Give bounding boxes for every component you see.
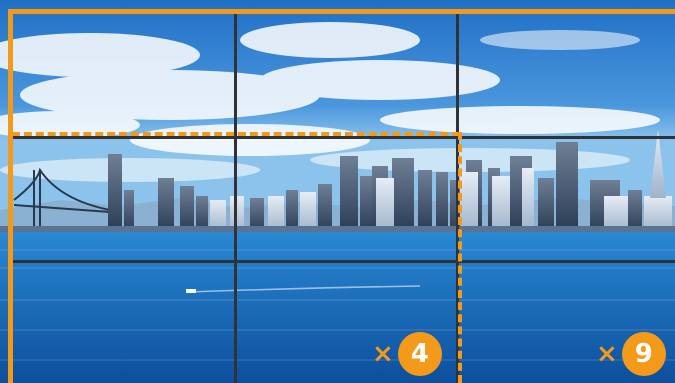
multiplier-badge-4: × 4 <box>372 332 442 376</box>
dashed-guide-horizontal <box>12 132 460 136</box>
multiplier-badge-9: × 9 <box>596 332 666 376</box>
orange-frame <box>8 9 675 383</box>
dashed-guide-vertical <box>458 132 462 383</box>
badge-count: 9 <box>621 332 666 376</box>
grid-overlay-illustration: × 4 × 9 <box>0 0 675 383</box>
multiply-icon: × <box>596 339 618 369</box>
multiply-icon: × <box>372 339 394 369</box>
badge-count: 4 <box>397 332 442 376</box>
